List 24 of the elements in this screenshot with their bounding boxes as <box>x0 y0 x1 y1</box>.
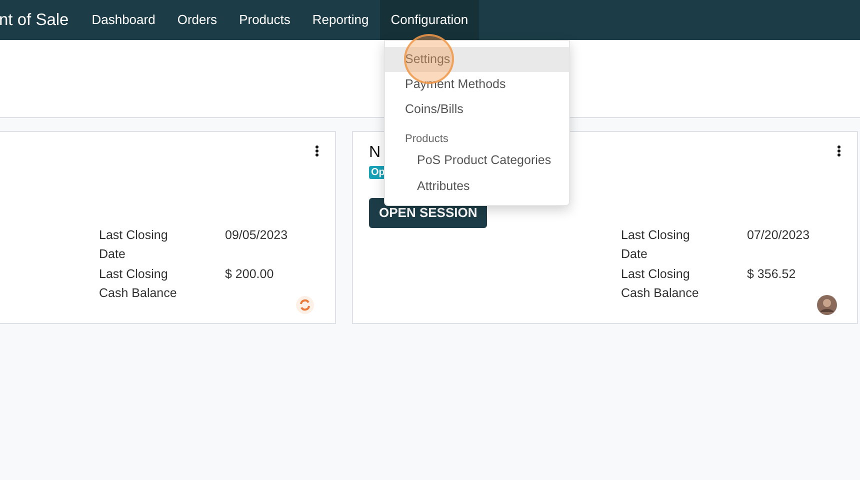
avatar-icon <box>817 295 837 315</box>
sync-logo-icon <box>296 296 314 314</box>
nav-menu[interactable]: Dashboard <box>80 0 166 40</box>
more-options-icon[interactable] <box>315 145 319 157</box>
menu-item[interactable]: Payment Methods <box>385 72 569 97</box>
stat-value: $ 200.00 <box>225 266 274 283</box>
app-title: nt of Sale <box>0 10 69 31</box>
stat-label: Last Closing Cash Balance <box>99 266 178 302</box>
more-options-icon[interactable] <box>837 145 841 157</box>
menu-item[interactable]: Attributes <box>385 173 569 199</box>
nav-menu[interactable]: Configuration <box>380 0 480 40</box>
nav-menu[interactable]: Products <box>228 0 302 40</box>
nav-menu[interactable]: Reporting <box>301 0 380 40</box>
stat-label: Last Closing Date <box>621 227 691 263</box>
menu-item[interactable]: Coins/Bills <box>385 97 569 122</box>
nav-menu[interactable]: Orders <box>166 0 228 40</box>
stat-value: 09/05/2023 <box>225 227 288 244</box>
stat-value: 07/20/2023 <box>747 227 810 244</box>
stat-label: Last Closing Cash Balance <box>621 266 700 302</box>
menu-section-header: Products <box>404 132 450 147</box>
stat-value: $ 356.52 <box>747 266 796 283</box>
stat-label: Last Closing Date <box>99 227 169 263</box>
card-title: N <box>369 143 381 163</box>
menu-item[interactable]: PoS Product Categories <box>385 147 569 173</box>
